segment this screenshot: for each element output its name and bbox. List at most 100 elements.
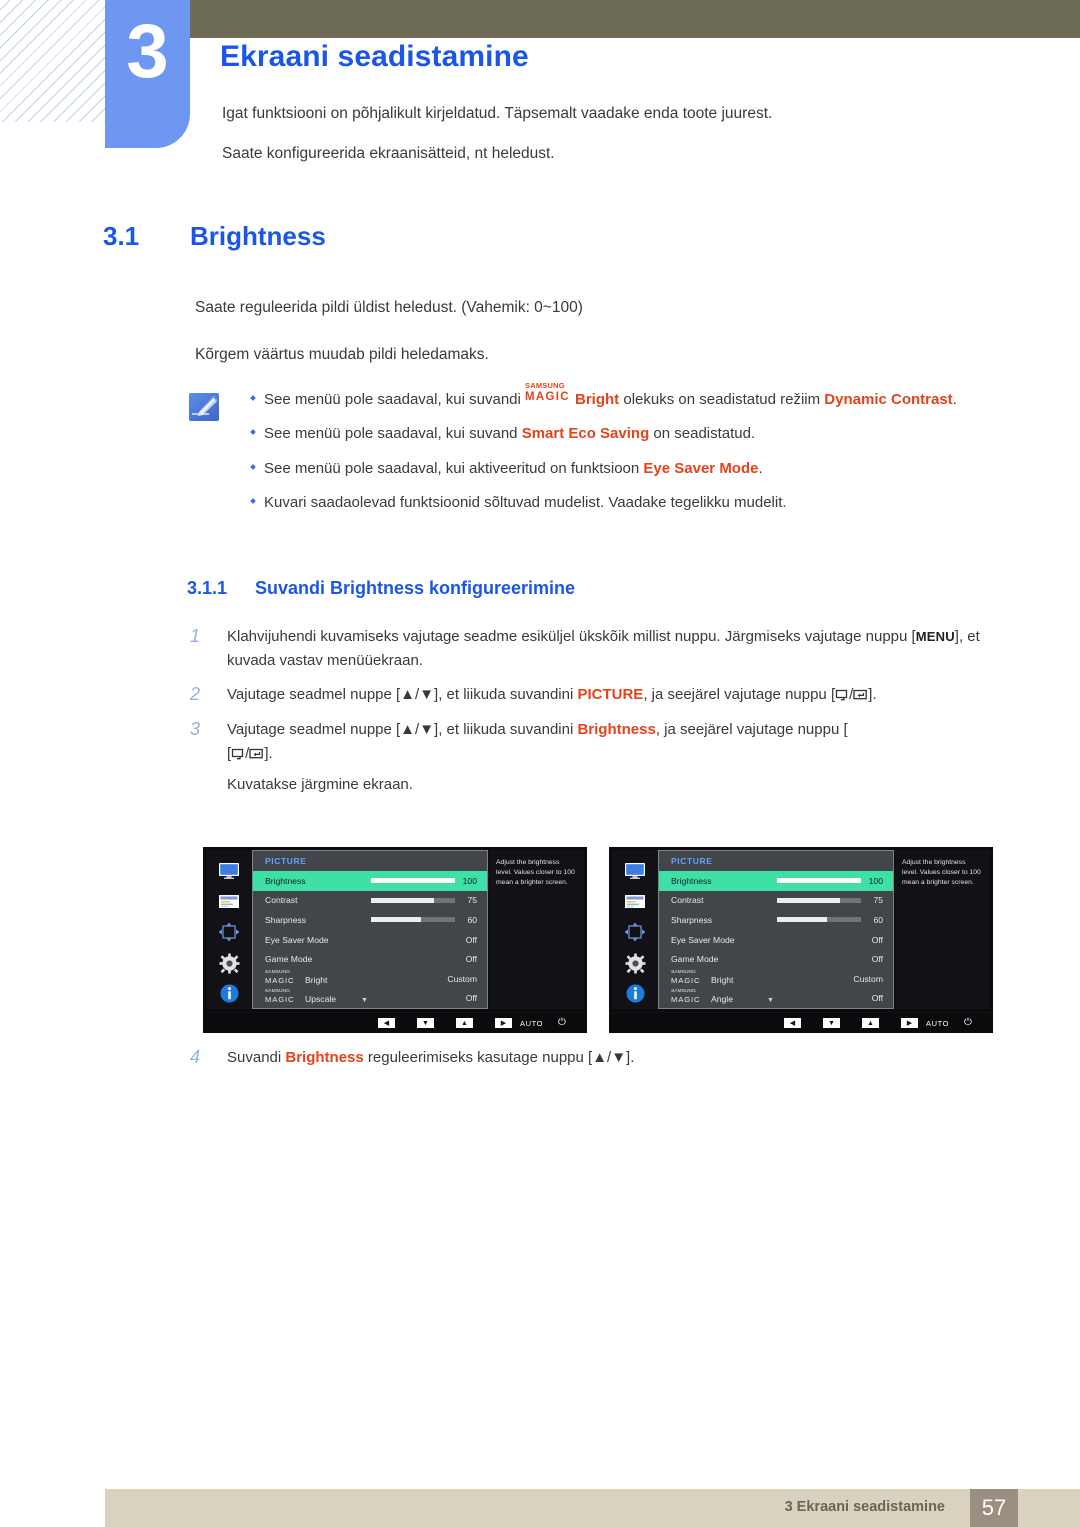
bullet-3-highlight: Eye Saver Mode [643, 459, 759, 477]
osd-key-right[interactable]: ▶ [901, 1018, 918, 1028]
osd-row-label: Sharpness [265, 914, 307, 925]
osd-row-contrast[interactable]: Contrast 75 [253, 891, 487, 911]
note-pencil-icon [189, 393, 219, 421]
osd-sidebar [206, 850, 252, 1009]
key-label-menu: MENU [915, 629, 955, 644]
bullet-1-highlight: Dynamic Contrast [824, 391, 953, 408]
step-item: 4 Suvandi Brightness reguleerimiseks kas… [190, 1046, 634, 1070]
bullet-1-post: . [952, 391, 957, 408]
osd-key-down[interactable]: ▼ [823, 1018, 840, 1028]
osd-row-sharpness[interactable]: Sharpness 60 [659, 910, 893, 930]
bullet-2-pre: See menüü pole saadaval, kui suvand [264, 425, 522, 443]
osd-list-icon[interactable] [206, 887, 252, 918]
osd-row-game-mode[interactable]: Game Mode Off [253, 949, 487, 969]
chapter-number-badge: 3 [105, 0, 190, 148]
section-paragraph-1: Saate reguleerida pildi üldist heledust.… [195, 299, 583, 316]
osd-row-label: Brightness [671, 875, 712, 886]
step-text: Klahvijuhendi kuvamiseks vajutage seadme… [227, 625, 990, 674]
osd-row-label: Brightness [265, 875, 306, 886]
step-number: 2 [190, 683, 201, 704]
osd-row-sharpness[interactable]: Sharpness 60 [253, 910, 487, 930]
osd-auto-label[interactable]: AUTO [520, 1019, 543, 1028]
osd-row-list: Brightness 100 Contrast 75 Sharpness 60 [659, 871, 893, 1008]
osd-magic-samsung-label: SAMSUNG [671, 969, 696, 975]
info-icon[interactable] [612, 978, 658, 1009]
osd-row-value: 60 [873, 914, 883, 925]
osd-row-label: Contrast [265, 895, 298, 906]
monitor-icon[interactable] [612, 856, 658, 887]
chapter-intro-line-1: Igat funktsiooni on põhjalikult kirjelda… [222, 105, 773, 122]
osd-row-magicupscale[interactable]: SAMSUNG MAGIC Upscale Off [253, 989, 487, 1009]
note-bullet-list: See menüü pole saadaval, kui suvandi SAM… [248, 381, 978, 525]
chevron-down-icon[interactable]: ▼ [361, 997, 368, 1004]
osd-key-group: ◀ ▼ ▲ ▶ [784, 1018, 918, 1028]
osd-row-value: 75 [873, 895, 883, 906]
osd-key-left[interactable]: ◀ [784, 1018, 801, 1028]
footer-chapter-label: 3 Ekraani seadistamine [784, 1499, 945, 1515]
osd-magic-samsung-label: SAMSUNG [265, 989, 290, 995]
osd-row-slider[interactable] [777, 917, 861, 923]
power-icon[interactable]: ⏻ [964, 1018, 972, 1028]
osd-row-magicangle[interactable]: SAMSUNG MAGIC Angle Off [659, 989, 893, 1009]
osd-row-value: Off [871, 934, 883, 945]
osd-row-brightness[interactable]: Brightness 100 [253, 871, 487, 891]
step-2-highlight: PICTURE [577, 685, 644, 703]
chapter-title: Ekraani seadistamine [220, 40, 529, 73]
osd-row-slider[interactable] [371, 897, 455, 903]
bullet-diamond-icon [248, 457, 264, 480]
enter-button-icon [249, 744, 264, 768]
bullet-3-post: . [758, 459, 763, 477]
osd-key-up[interactable]: ▲ [456, 1018, 473, 1028]
step-number: 4 [190, 1047, 201, 1067]
osd-key-right[interactable]: ▶ [495, 1018, 512, 1028]
osd-row-value: Off [465, 993, 477, 1004]
osd-row-label: Sharpness [671, 914, 713, 925]
bullet-diamond-icon [248, 422, 264, 445]
power-icon[interactable]: ⏻ [558, 1018, 566, 1028]
monitor-icon[interactable] [206, 856, 252, 887]
osd-auto-label[interactable]: AUTO [926, 1019, 949, 1028]
osd-list-icon[interactable] [612, 887, 658, 918]
osd-row-brightness[interactable]: Brightness 100 [659, 871, 893, 891]
osd-samsung-magic-logo: SAMSUNG MAGIC Upscale [265, 989, 336, 1005]
osd-menu-panel: PICTURE Brightness 100 Contrast 75 Sharp… [658, 850, 894, 1009]
osd-row-value: 60 [467, 914, 477, 925]
osd-screenshot-group: PICTURE Brightness 100 Contrast 75 Sharp… [0, 847, 1080, 1037]
osd-magic-samsung-label: SAMSUNG [671, 989, 696, 995]
info-icon[interactable] [206, 978, 252, 1009]
osd-body: PICTURE Brightness 100 Contrast 75 Sharp… [203, 847, 587, 1012]
step-3-highlight: Brightness [577, 720, 656, 738]
osd-row-magicbright[interactable]: SAMSUNG MAGIC Bright Custom [253, 969, 487, 989]
osd-row-magicbright[interactable]: SAMSUNG MAGIC Bright Custom [659, 969, 893, 989]
osd-row-slider[interactable] [777, 897, 861, 903]
osd-row-game-mode[interactable]: Game Mode Off [659, 949, 893, 969]
section-number: 3.1 [103, 221, 140, 251]
decorative-hatch-pattern [0, 0, 105, 122]
gear-icon[interactable] [206, 948, 252, 979]
osd-row-value: Off [871, 993, 883, 1004]
header-olive-bar [190, 0, 1080, 38]
magic-magic-label: MAGIC [525, 391, 570, 403]
osd-row-eye-saver-mode[interactable]: Eye Saver Mode Off [659, 930, 893, 950]
osd-row-slider[interactable] [777, 878, 861, 884]
osd-row-value: Custom [447, 973, 477, 984]
osd-row-label: Contrast [671, 895, 704, 906]
step-3-extra: Kuvatakse järgmine ekraan. [227, 776, 413, 794]
osd-key-group: ◀ ▼ ▲ ▶ [378, 1018, 512, 1028]
four-way-arrow-icon[interactable] [206, 917, 252, 948]
osd-row-eye-saver-mode[interactable]: Eye Saver Mode Off [253, 930, 487, 950]
chevron-down-icon[interactable]: ▼ [767, 997, 774, 1004]
osd-row-slider[interactable] [371, 917, 455, 923]
note-bullet-item: Kuvari saadaolevad funktsioonid sõltuvad… [248, 491, 978, 514]
osd-row-contrast[interactable]: Contrast 75 [659, 891, 893, 911]
osd-row-value: Off [465, 934, 477, 945]
osd-menu-panel: PICTURE Brightness 100 Contrast 75 Sharp… [252, 850, 488, 1009]
four-way-arrow-icon[interactable] [612, 917, 658, 948]
gear-icon[interactable] [612, 948, 658, 979]
source-button-icon [835, 685, 849, 709]
osd-key-left[interactable]: ◀ [378, 1018, 395, 1028]
osd-row-slider[interactable] [371, 878, 455, 884]
osd-key-up[interactable]: ▲ [862, 1018, 879, 1028]
osd-key-down[interactable]: ▼ [417, 1018, 434, 1028]
step-4-pre: Suvandi [227, 1049, 286, 1066]
